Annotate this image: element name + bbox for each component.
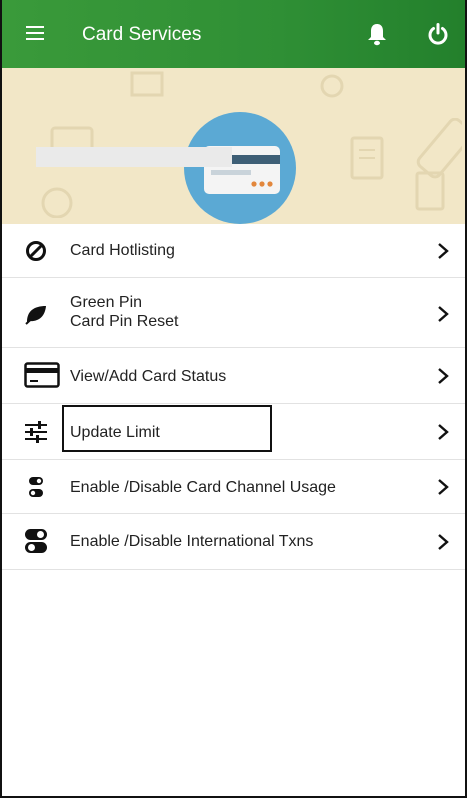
toggle-large-icon bbox=[24, 529, 48, 553]
chevron-right-icon bbox=[437, 478, 449, 496]
menu-item-card-channel-usage[interactable]: Enable /Disable Card Channel Usage bbox=[2, 460, 465, 514]
chevron-right-icon bbox=[437, 367, 449, 385]
chevron-right-icon bbox=[437, 242, 449, 260]
decorative-clipboard-icon bbox=[350, 118, 462, 211]
toggle-small-icon bbox=[24, 475, 48, 499]
page-title: Card Services bbox=[82, 24, 202, 45]
menu-item-label-line2: Card Pin Reset bbox=[70, 313, 179, 330]
menu-item-label: Update Limit bbox=[70, 424, 160, 441]
menu-item-international-txns[interactable]: Enable /Disable International Txns bbox=[2, 514, 465, 570]
menu-item-label-line1: Green Pin bbox=[70, 294, 143, 311]
menu-item-card-hotlisting[interactable]: Card Hotlisting bbox=[2, 224, 465, 278]
menu-item-update-limit[interactable]: Update Limit bbox=[2, 404, 465, 460]
hamburger-menu-icon[interactable] bbox=[26, 26, 44, 40]
app-screen: Card Services Card Hotlisting Green Pin … bbox=[0, 0, 467, 798]
block-icon bbox=[24, 239, 48, 263]
menu-item-label: Enable /Disable Card Channel Usage bbox=[70, 479, 336, 496]
card-illustration-circle bbox=[184, 112, 296, 224]
power-icon[interactable] bbox=[426, 22, 450, 46]
masked-card-holder-name bbox=[36, 147, 232, 167]
chevron-right-icon bbox=[437, 423, 449, 441]
sliders-icon bbox=[24, 420, 48, 444]
card-icon bbox=[24, 362, 60, 388]
bell-icon[interactable] bbox=[366, 22, 388, 46]
menu-item-view-add-card-status[interactable]: View/Add Card Status bbox=[2, 348, 465, 404]
menu-item-label: Card Hotlisting bbox=[70, 242, 175, 259]
menu-item-label: Enable /Disable International Txns bbox=[70, 533, 314, 550]
chevron-right-icon bbox=[437, 305, 449, 323]
card-services-menu: Card Hotlisting Green Pin Card Pin Reset bbox=[2, 224, 465, 570]
top-app-bar: Card Services bbox=[2, 0, 465, 68]
leaf-icon bbox=[24, 302, 48, 326]
menu-item-label: View/Add Card Status bbox=[70, 368, 227, 385]
card-banner bbox=[2, 68, 465, 224]
credit-card-icon bbox=[204, 146, 280, 194]
decorative-pattern-icon bbox=[130, 71, 344, 98]
chevron-right-icon bbox=[437, 533, 449, 551]
menu-item-green-pin[interactable]: Green Pin Card Pin Reset bbox=[2, 278, 465, 348]
